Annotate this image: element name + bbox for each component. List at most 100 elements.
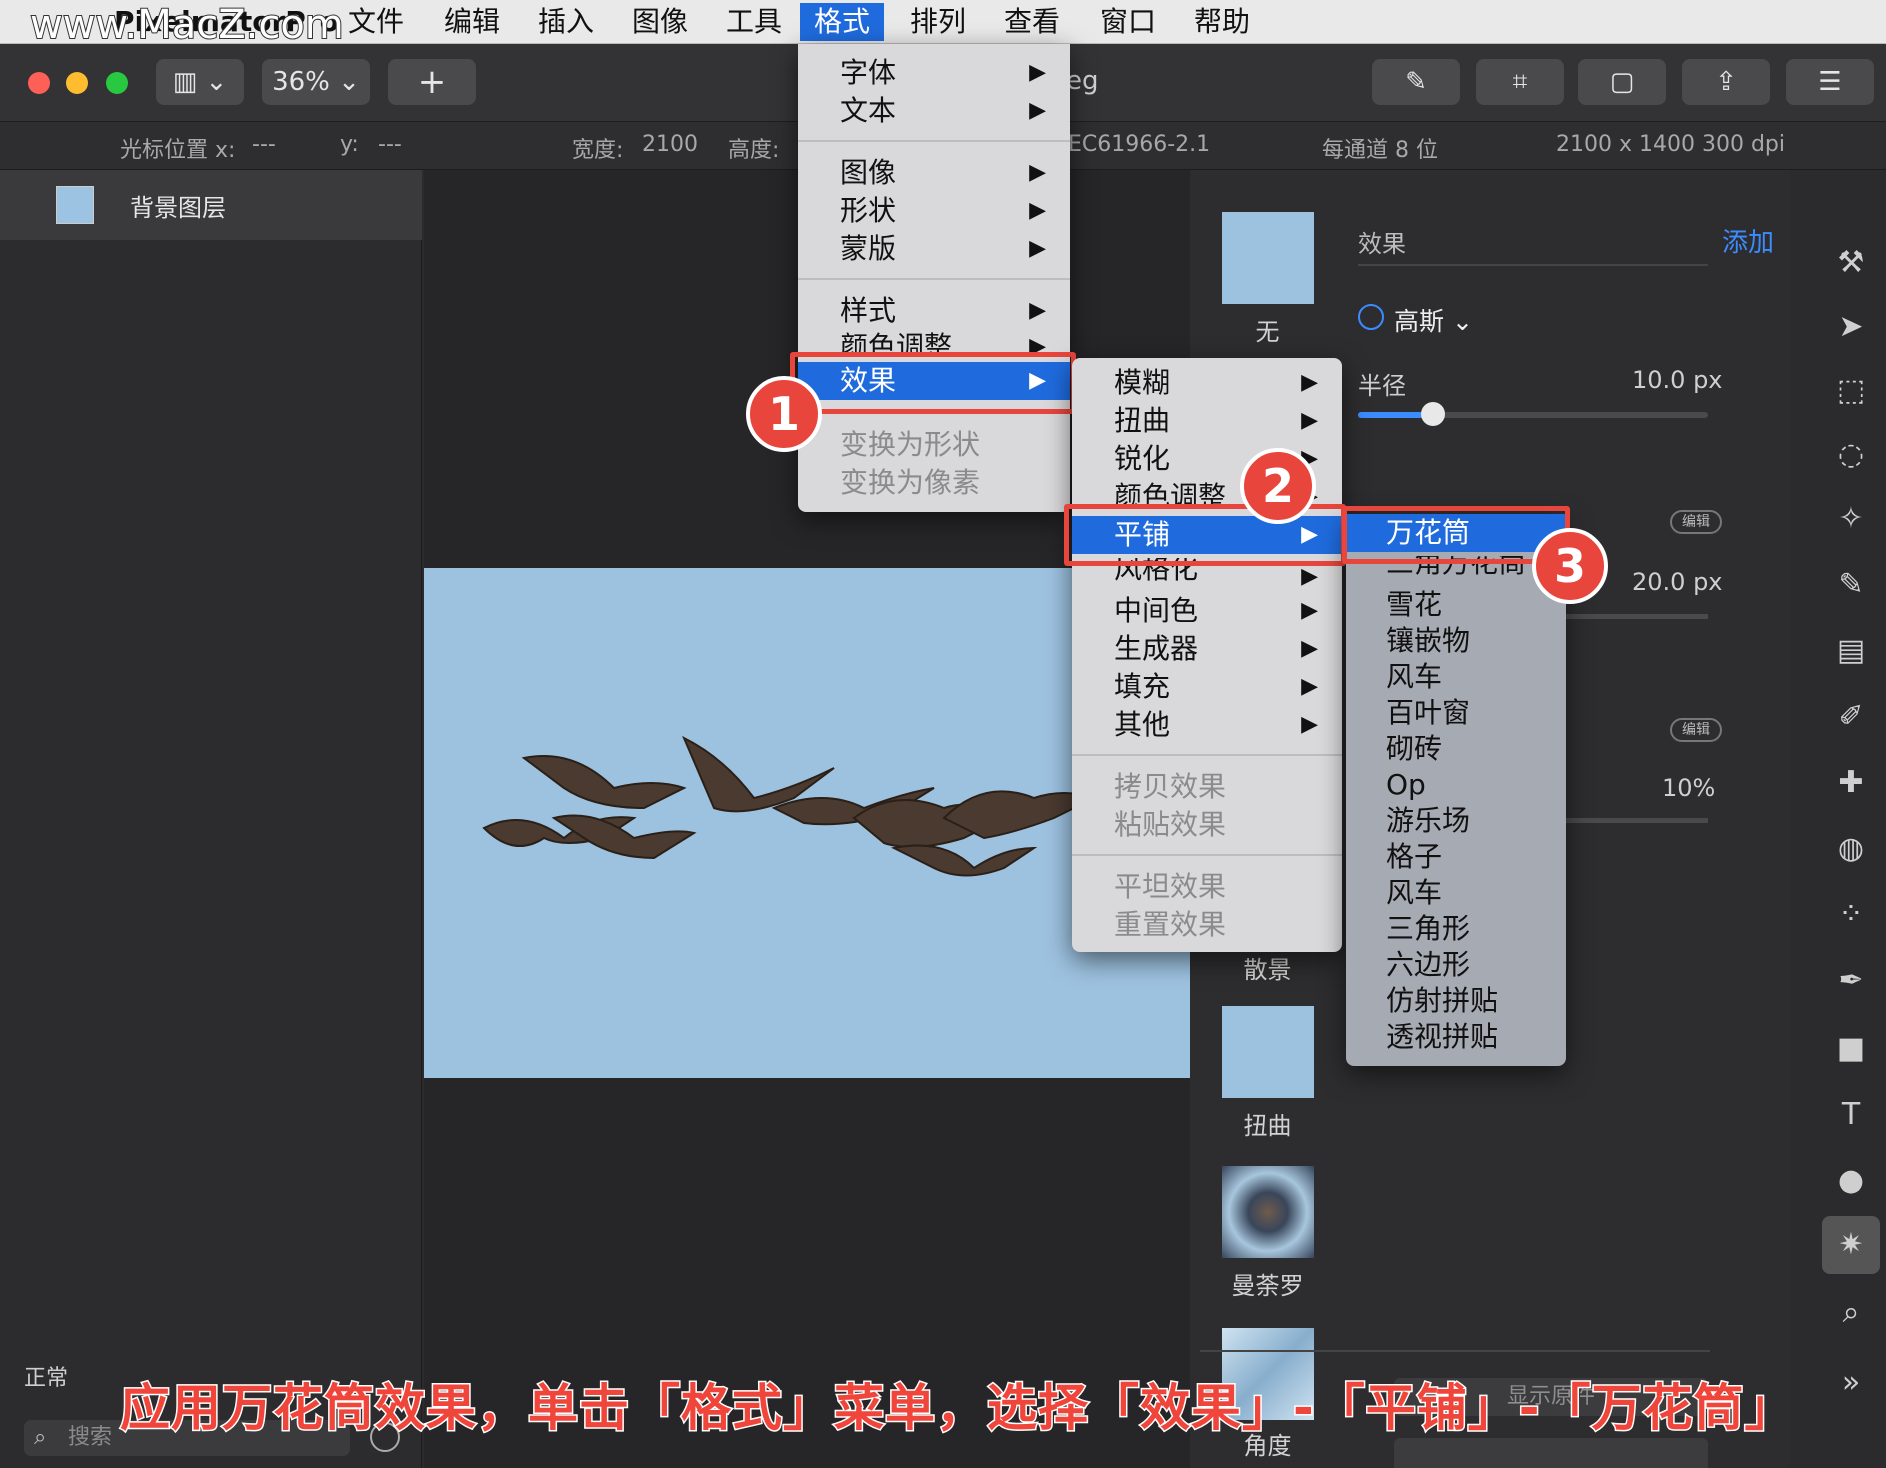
effects-blur[interactable]: 模糊 ▶ <box>1072 364 1342 402</box>
clone-tool-icon[interactable]: ◍ <box>1834 832 1868 866</box>
text-tool-icon[interactable]: T <box>1834 1098 1868 1132</box>
eraser-tool-icon[interactable]: ✐ <box>1834 700 1868 734</box>
zoom-dropdown[interactable]: 36% ⌄ <box>262 59 370 105</box>
tile-lattice[interactable]: 格子 <box>1346 838 1566 876</box>
submenu-arrow-icon: ▶ <box>1029 236 1046 261</box>
effects-reset: 重置效果 <box>1114 908 1227 941</box>
tile-snowflake[interactable]: 雪花 <box>1346 586 1566 624</box>
effects-other[interactable]: 其他 ▶ <box>1072 706 1342 744</box>
tile-blinds[interactable]: 百叶窗 <box>1346 694 1566 732</box>
effect-thumb-none[interactable] <box>1222 212 1314 304</box>
tile-hexagon[interactable]: 六边形 <box>1346 946 1566 984</box>
tile-pinwheel[interactable]: 风车 <box>1346 658 1566 696</box>
width-value: 2100 <box>642 132 698 157</box>
effect-thumb-distort[interactable] <box>1222 1006 1314 1098</box>
sidebar-toggle-button[interactable]: ▥ ⌄ <box>156 59 244 105</box>
format-menu-style[interactable]: 样式 ▶ <box>798 292 1070 330</box>
format-menu-shape[interactable]: 形状 ▶ <box>798 192 1070 230</box>
slider-2[interactable] <box>1550 614 1708 619</box>
menu-insert[interactable]: 插入 <box>524 3 608 41</box>
radius-slider[interactable] <box>1358 402 1708 426</box>
effects-tool-button[interactable]: ✷ <box>1822 1216 1880 1274</box>
effects-distort[interactable]: 扭曲 ▶ <box>1072 402 1342 440</box>
selection-tool-icon[interactable]: ⬚ <box>1834 374 1868 408</box>
menu-file[interactable]: 文件 <box>334 3 418 41</box>
lasso-tool-icon[interactable]: ◌ <box>1834 438 1868 472</box>
brush-button[interactable]: ✎ <box>1372 59 1460 105</box>
paint-tool-icon[interactable]: ⚒ <box>1834 246 1868 280</box>
menu-arrange[interactable]: 排列 <box>896 3 980 41</box>
menu-format[interactable]: 格式 <box>800 3 885 41</box>
menu-separator <box>798 278 1070 280</box>
submenu-arrow-icon: ▶ <box>1301 712 1318 737</box>
menu-help[interactable]: 帮助 <box>1180 3 1264 41</box>
cursor-x-label: 光标位置 x: <box>120 138 236 163</box>
slider-3[interactable] <box>1550 818 1708 823</box>
arrow-tool-icon[interactable]: ➤ <box>1834 310 1868 344</box>
effects-paste: 粘贴效果 <box>1114 808 1227 841</box>
effects-flatten: 平坦效果 <box>1114 870 1227 903</box>
share-button[interactable]: ⇪ <box>1682 59 1770 105</box>
tile-mosaic[interactable]: 镶嵌物 <box>1346 622 1566 660</box>
more-tools-icon[interactable]: » <box>1834 1366 1868 1400</box>
blend-mode-selector[interactable]: 正常 <box>24 1360 68 1392</box>
menu-window[interactable]: 窗口 <box>1086 3 1170 41</box>
menu-tools[interactable]: 工具 <box>712 3 796 41</box>
submenu-arrow-icon: ▶ <box>1301 636 1318 661</box>
minimize-button[interactable] <box>66 72 88 94</box>
effects-fill[interactable]: 填充 ▶ <box>1072 668 1342 706</box>
divider-bottom <box>1200 1350 1710 1352</box>
crop-button[interactable]: ⌗ <box>1476 59 1564 105</box>
pen-tool-icon[interactable]: ✒ <box>1834 964 1868 998</box>
format-button[interactable]: ▢ <box>1578 59 1666 105</box>
effect-name-dropdown[interactable]: 高斯 ⌄ <box>1394 302 1473 338</box>
sponge-tool-icon[interactable]: ⁘ <box>1834 898 1868 932</box>
layer-row[interactable]: 背景图层 <box>0 170 422 240</box>
cursor-y-label: y: <box>340 132 359 157</box>
effect-thumb-mandala[interactable] <box>1222 1166 1314 1258</box>
shape-tool-icon[interactable]: ■ <box>1834 1032 1868 1066</box>
color-tool-icon[interactable]: ● <box>1834 1164 1868 1198</box>
zoom-window-button[interactable] <box>106 72 128 94</box>
value-3: 10% <box>1662 774 1716 802</box>
menu-view[interactable]: 查看 <box>990 3 1074 41</box>
format-menu-mask[interactable]: 蒙版 ▶ <box>798 230 1070 268</box>
format-menu-text[interactable]: 文本 ▶ <box>798 92 1070 130</box>
tools-sidebar: ⚒ ➤ ⬚ ◌ ✧ ✎ ▤ ✐ ✚ ◍ ⁘ ✒ ■ T ● ✷ ⌕ » <box>1814 170 1886 1468</box>
brush-tool-icon[interactable]: ✎ <box>1834 568 1868 602</box>
format-menu-font[interactable]: 字体 ▶ <box>798 54 1070 92</box>
effect-toggle-checkbox[interactable] <box>1358 304 1384 330</box>
adjust-button[interactable]: ☰ <box>1786 59 1874 105</box>
effects-generator[interactable]: 生成器 ▶ <box>1072 630 1342 668</box>
menu-separator <box>1072 854 1342 856</box>
gradient-tool-icon[interactable]: ▤ <box>1834 634 1868 668</box>
cursor-x-value: --- <box>252 132 276 157</box>
format-menu-image[interactable]: 图像 ▶ <box>798 154 1070 192</box>
add-button[interactable]: + <box>388 59 476 105</box>
tile-brick[interactable]: 砌砖 <box>1346 730 1566 768</box>
edit-button-2[interactable]: 编辑 <box>1670 718 1722 742</box>
edit-button[interactable]: 编辑 <box>1670 510 1722 534</box>
effects-tool-icon: ✷ <box>1838 1227 1864 1262</box>
tile-pinwheel-2[interactable]: 风车 <box>1346 874 1566 912</box>
magic-wand-icon[interactable]: ✧ <box>1834 502 1868 536</box>
tile-playground[interactable]: 游乐场 <box>1346 802 1566 840</box>
radius-slider-knob[interactable] <box>1421 402 1445 426</box>
tile-submenu: 万花筒 三角万花筒 雪花 镶嵌物 风车 百叶窗 砌砖 Op 游乐场 格子 风车 … <box>1346 514 1566 1066</box>
zoom-tool-icon[interactable]: ⌕ <box>1834 1296 1868 1330</box>
brush-icon: ✎ <box>1405 67 1427 97</box>
add-effect-button[interactable]: 添加 <box>1722 222 1774 259</box>
tile-perspective[interactable]: 透视拼贴 <box>1346 1018 1566 1056</box>
tile-triangle[interactable]: 三角形 <box>1346 910 1566 948</box>
effect-label-bokeh: 散景 <box>1243 956 1292 984</box>
tile-affine[interactable]: 仿射拼贴 <box>1346 982 1566 1020</box>
radius-value: 10.0 px <box>1632 366 1723 394</box>
reset-button[interactable] <box>1394 1438 1708 1468</box>
menu-edit[interactable]: 编辑 <box>430 3 514 41</box>
menu-image[interactable]: 图像 <box>618 3 702 41</box>
effect-label-distort: 扭曲 <box>1243 1112 1292 1140</box>
effects-halftone[interactable]: 中间色 ▶ <box>1072 592 1342 630</box>
tile-op[interactable]: Op <box>1346 766 1566 804</box>
repair-tool-icon[interactable]: ✚ <box>1834 766 1868 800</box>
close-button[interactable] <box>28 72 50 94</box>
